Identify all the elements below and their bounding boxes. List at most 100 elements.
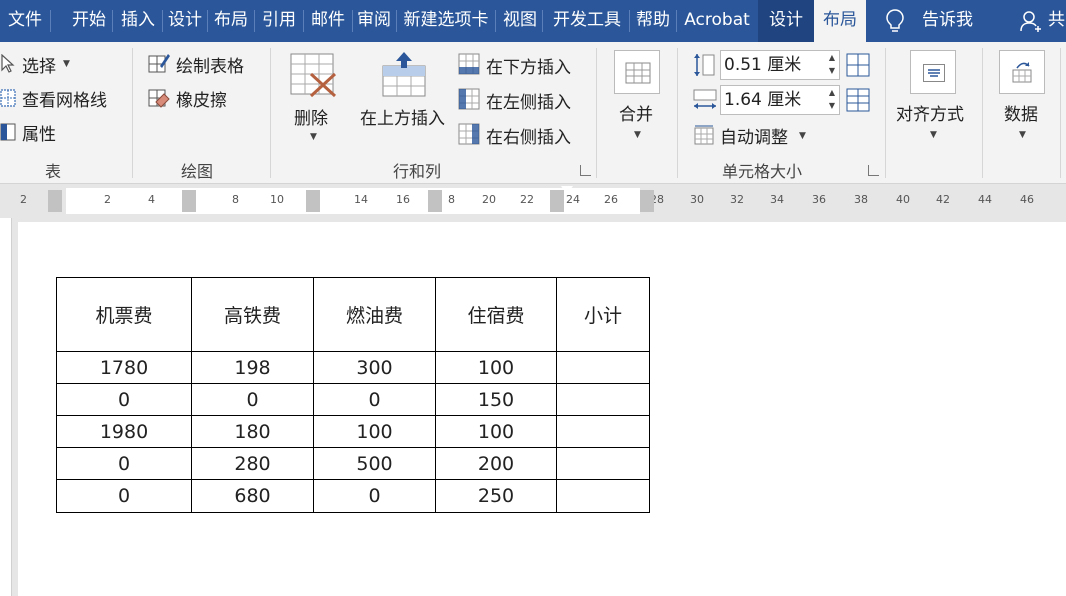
header-cell[interactable]: 高铁费 (191, 277, 314, 352)
ruler-number: 44 (978, 193, 992, 206)
ruler-number: 22 (520, 193, 534, 206)
table-cell[interactable]: 0 (56, 479, 192, 513)
table-cell[interactable]: 0 (313, 479, 436, 513)
header-cell[interactable]: 燃油费 (313, 277, 436, 352)
table-cell[interactable]: 0 (191, 383, 314, 416)
menu-tab-insert[interactable]: 插入 (114, 0, 162, 42)
table-cell[interactable]: 0 (56, 447, 192, 480)
draw-table-button[interactable]: 绘制表格 (148, 52, 251, 77)
table-cell[interactable]: 100 (313, 415, 436, 448)
data-button[interactable]: 数据 ▼ (998, 50, 1048, 150)
insert-above-icon (382, 52, 426, 97)
insert-right-button[interactable]: 在右侧插入 (458, 122, 578, 148)
column-marker[interactable] (640, 190, 654, 212)
table-cell[interactable]: 1980 (56, 415, 192, 448)
distribute-rows-icon[interactable] (846, 53, 870, 77)
delete-table-icon (290, 53, 337, 98)
column-marker[interactable] (48, 190, 62, 212)
spin-down-icon[interactable]: ▼ (829, 65, 835, 77)
delete-button[interactable]: 删除 ▼ (288, 50, 338, 150)
table-cell[interactable]: 300 (313, 351, 436, 384)
menu-tab-acrobat[interactable]: Acrobat (677, 0, 757, 42)
menu-tab-review[interactable]: 审阅 (352, 0, 396, 42)
group-separator (885, 48, 886, 178)
tell-me-label: 告诉我 (922, 10, 973, 30)
column-marker[interactable] (428, 190, 442, 212)
rows-cols-dialog-launcher-icon[interactable] (580, 165, 591, 176)
chevron-down-icon: ▼ (930, 130, 937, 140)
spin-down-icon[interactable]: ▼ (829, 100, 835, 112)
header-cell[interactable]: 小计 (556, 277, 650, 352)
group-separator (982, 48, 983, 178)
menu-tab-help[interactable]: 帮助 (630, 0, 676, 42)
header-cell[interactable]: 住宿费 (435, 277, 557, 352)
spin-up-icon[interactable]: ▲ (829, 87, 835, 99)
vertical-ruler[interactable] (0, 218, 12, 596)
insert-above-button[interactable]: 在上方插入 (360, 50, 452, 130)
table-cell[interactable]: 180 (191, 415, 314, 448)
indent-marker[interactable] (561, 186, 573, 218)
share-button[interactable]: 共 (1018, 0, 1066, 42)
menu-tab-table-layout[interactable]: 布局 (814, 0, 866, 42)
merge-button[interactable]: 合并 ▼ (612, 50, 662, 150)
table-cell[interactable]: 0 (56, 383, 192, 416)
properties-button[interactable]: 属性 (0, 120, 62, 145)
grid-icon (0, 89, 16, 107)
menu-tab-references[interactable]: 引用 (255, 0, 303, 42)
table-cell[interactable]: 200 (435, 447, 557, 480)
tell-me-search[interactable]: 告诉我 (884, 0, 994, 42)
table-cell[interactable]: 0 (313, 383, 436, 416)
document-page[interactable]: 机票费 高铁费 燃油费 住宿费 小计 1780 198 300 100 0 0 0 150 1980 180… (18, 222, 1066, 596)
expense-table[interactable]: 机票费 高铁费 燃油费 住宿费 小计 1780 198 300 100 0 0 0 150 1980 180… (56, 277, 650, 513)
insert-left-button[interactable]: 在左侧插入 (458, 87, 578, 113)
autofit-button[interactable]: 自动调整 ▼ (694, 122, 810, 148)
ruler-number: 2 (20, 193, 27, 206)
menu-tab-developer[interactable]: 开发工具 (545, 0, 629, 42)
table-cell[interactable] (556, 383, 650, 416)
insert-above-label: 在上方插入 (360, 109, 445, 129)
table-cell[interactable]: 280 (191, 447, 314, 480)
horizontal-ruler[interactable]: 2 2 4 8 10 14 16 8 20 22 24 26 28 30 32 34 36 38 40 42 44 46 (0, 184, 1066, 218)
menu-tab-view[interactable]: 视图 (498, 0, 542, 42)
spin-up-icon[interactable]: ▲ (829, 52, 835, 64)
menu-tab-design[interactable]: 设计 (163, 0, 207, 42)
view-gridlines-button[interactable]: 查看网格线 (0, 86, 115, 111)
insert-left-icon (458, 88, 480, 110)
data-icon-frame (999, 50, 1045, 94)
menu-separator (542, 10, 543, 32)
delete-label: 删除 (294, 109, 328, 129)
column-marker[interactable] (306, 190, 320, 212)
table-cell[interactable]: 150 (435, 383, 557, 416)
menu-tab-new-tab[interactable]: 新建选项卡 (397, 0, 495, 42)
table-cell[interactable]: 500 (313, 447, 436, 480)
alignment-button[interactable]: 对齐方式 ▼ (896, 50, 972, 150)
group-label-rows-cols: 行和列 (393, 162, 442, 181)
column-width-input[interactable]: 1.64 厘米 ▲ ▼ (720, 85, 840, 115)
menu-tab-table-design[interactable]: 设计 (758, 0, 814, 42)
menu-tab-mailings[interactable]: 邮件 (304, 0, 352, 42)
insert-below-button[interactable]: 在下方插入 (458, 52, 578, 78)
header-cell[interactable]: 机票费 (56, 277, 192, 352)
table-cell[interactable]: 1780 (56, 351, 192, 384)
column-marker[interactable] (182, 190, 196, 212)
insert-below-label: 在下方插入 (486, 58, 571, 78)
table-cell[interactable]: 680 (191, 479, 314, 513)
row-height-input[interactable]: 0.51 厘米 ▲ ▼ (720, 50, 840, 80)
table-cell[interactable] (556, 447, 650, 480)
menu-tab-page-layout[interactable]: 布局 (208, 0, 254, 42)
merge-cells-icon (625, 62, 651, 84)
menu-tab-home[interactable]: 开始 (66, 0, 112, 42)
eraser-button[interactable]: 橡皮擦 (148, 86, 233, 111)
ruler-number: 16 (396, 193, 410, 206)
cell-size-dialog-launcher-icon[interactable] (868, 165, 879, 176)
table-cell[interactable] (556, 415, 650, 448)
table-cell[interactable]: 100 (435, 351, 557, 384)
ruler-number: 30 (690, 193, 704, 206)
table-cell[interactable]: 100 (435, 415, 557, 448)
table-cell[interactable] (556, 351, 650, 384)
menu-tab-file[interactable]: 文件 (0, 0, 50, 42)
table-cell[interactable]: 250 (435, 479, 557, 513)
distribute-columns-icon[interactable] (846, 88, 870, 112)
table-cell[interactable]: 198 (191, 351, 314, 384)
table-cell[interactable] (556, 479, 650, 513)
